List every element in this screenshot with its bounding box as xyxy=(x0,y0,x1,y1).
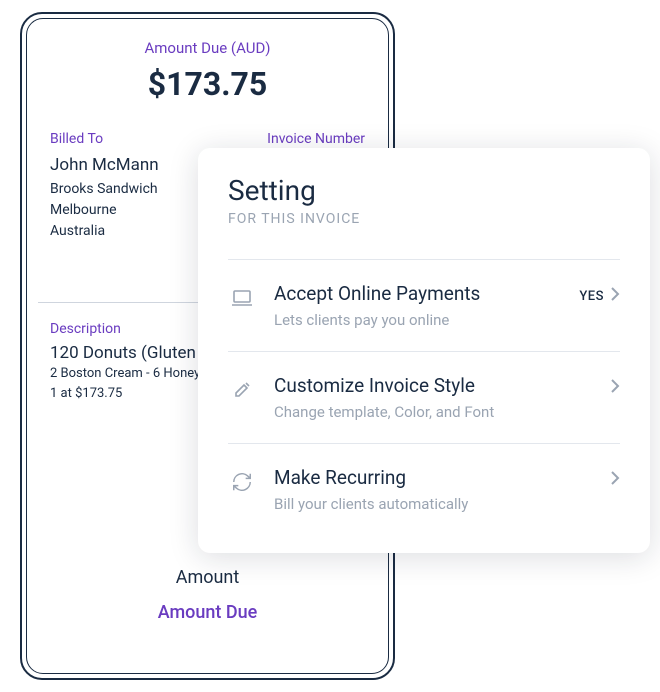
billed-row: Billed To Invoice Number xyxy=(22,103,393,147)
setting-tail xyxy=(610,378,620,398)
amount-due-label: Amount Due (AUD) xyxy=(22,39,393,57)
settings-title: Setting xyxy=(228,174,620,207)
amount-due-footer: Amount Due xyxy=(50,602,365,623)
setting-tail xyxy=(610,470,620,490)
settings-panel: Setting FOR THIS INVOICE Accept Online P… xyxy=(198,148,650,553)
setting-content: Accept Online Payments Lets clients pay … xyxy=(274,282,579,329)
setting-row-title: Accept Online Payments xyxy=(274,282,579,305)
setting-row-desc: Change template, Color, and Font xyxy=(274,403,610,421)
setting-row-desc: Lets clients pay you online xyxy=(274,311,579,329)
amount-label: Amount xyxy=(50,567,365,588)
setting-customize-style[interactable]: Customize Invoice Style Change template,… xyxy=(228,352,620,444)
chevron-right-icon xyxy=(610,286,620,306)
laptop-icon xyxy=(228,284,256,312)
brush-icon xyxy=(228,376,256,404)
billed-to-label: Billed To xyxy=(50,131,103,147)
totals: Amount Amount Due xyxy=(22,567,393,623)
amount-due-section: Amount Due (AUD) $173.75 xyxy=(22,14,393,103)
setting-content: Make Recurring Bill your clients automat… xyxy=(274,466,610,513)
chevron-right-icon xyxy=(610,378,620,398)
setting-make-recurring[interactable]: Make Recurring Bill your clients automat… xyxy=(228,444,620,535)
settings-subtitle: FOR THIS INVOICE xyxy=(228,211,620,227)
invoice-number-label: Invoice Number xyxy=(267,131,365,147)
setting-row-title: Customize Invoice Style xyxy=(274,374,610,397)
setting-row-desc: Bill your clients automatically xyxy=(274,495,610,513)
chevron-right-icon xyxy=(610,470,620,490)
setting-content: Customize Invoice Style Change template,… xyxy=(274,374,610,421)
setting-accept-payments[interactable]: Accept Online Payments Lets clients pay … xyxy=(228,260,620,352)
refresh-icon xyxy=(228,468,256,496)
amount-due-value: $173.75 xyxy=(22,65,393,103)
setting-row-title: Make Recurring xyxy=(274,466,610,489)
status-badge: YES xyxy=(579,289,604,304)
setting-tail: YES xyxy=(579,286,620,306)
